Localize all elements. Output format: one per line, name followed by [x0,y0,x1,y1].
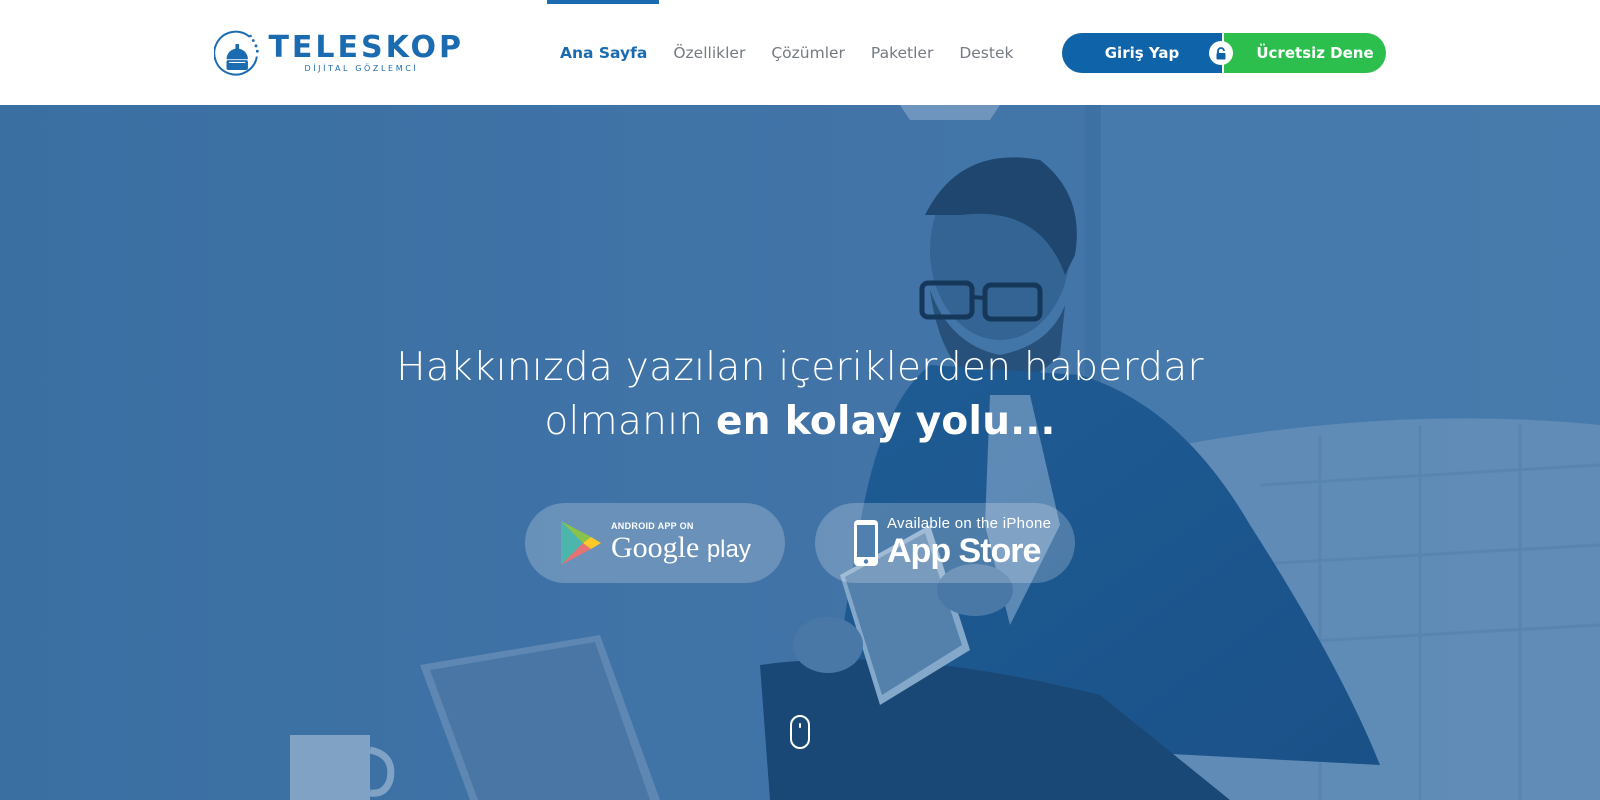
auth-buttons: Giriş Yap Ücretsiz Dene [1062,33,1386,73]
google-play-button[interactable]: ANDROID APP ON Google play [525,503,785,583]
mouse-scroll-icon[interactable] [790,715,810,749]
google-play-icon [561,521,601,565]
site-header: TELESKOP DİJİTAL GÖZLEMCİ Ana Sayfa Özel… [0,0,1600,105]
telescope-logo-icon [214,30,259,76]
free-trial-button-label: Ücretsiz Dene [1256,44,1374,62]
nav-item-packages[interactable]: Paketler [871,0,933,105]
google-play-big-label: Google play [611,530,751,566]
nav-item-support[interactable]: Destek [959,0,1013,105]
hero-headline-line2-bold: en kolay yolu... [716,399,1056,444]
iphone-icon [854,520,878,566]
app-store-button[interactable]: Available on the iPhone App Store [815,503,1075,583]
logo-wordmark: TELESKOP [268,30,464,65]
app-store-small-label: Available on the iPhone [887,515,1052,532]
nav-item-home[interactable]: Ana Sayfa [546,0,660,105]
google-play-word: play [706,535,751,563]
free-trial-button[interactable]: Ücretsiz Dene [1224,33,1386,73]
google-play-text: ANDROID APP ON Google play [611,521,751,566]
lock-icon [1209,41,1233,65]
google-play-brand: Google [611,530,700,564]
nav-item-features[interactable]: Özellikler [673,0,745,105]
nav-item-solutions[interactable]: Çözümler [771,0,845,105]
hero-headline-line2-regular: olmanın [544,399,717,444]
app-store-text: Available on the iPhone App Store [887,515,1052,571]
hero-section: Hakkınızda yazılan içeriklerden haberdar… [0,105,1600,800]
logo-tagline: DİJİTAL GÖZLEMCİ [304,64,419,73]
hero-headline: Hakkınızda yazılan içeriklerden haberdar… [300,341,1300,449]
login-button[interactable]: Giriş Yap [1062,33,1233,73]
site-logo[interactable]: TELESKOP DİJİTAL GÖZLEMCİ [214,27,464,79]
app-store-big-label: App Store [887,532,1041,570]
main-nav: Ana Sayfa Özellikler Çözümler Paketler D… [546,0,1039,105]
login-button-label: Giriş Yap [1104,44,1180,62]
hero-headline-line1: Hakkınızda yazılan içeriklerden haberdar [396,345,1204,390]
hero-overlay [0,105,1600,800]
logo-text: TELESKOP DİJİTAL GÖZLEMCİ [268,32,464,74]
